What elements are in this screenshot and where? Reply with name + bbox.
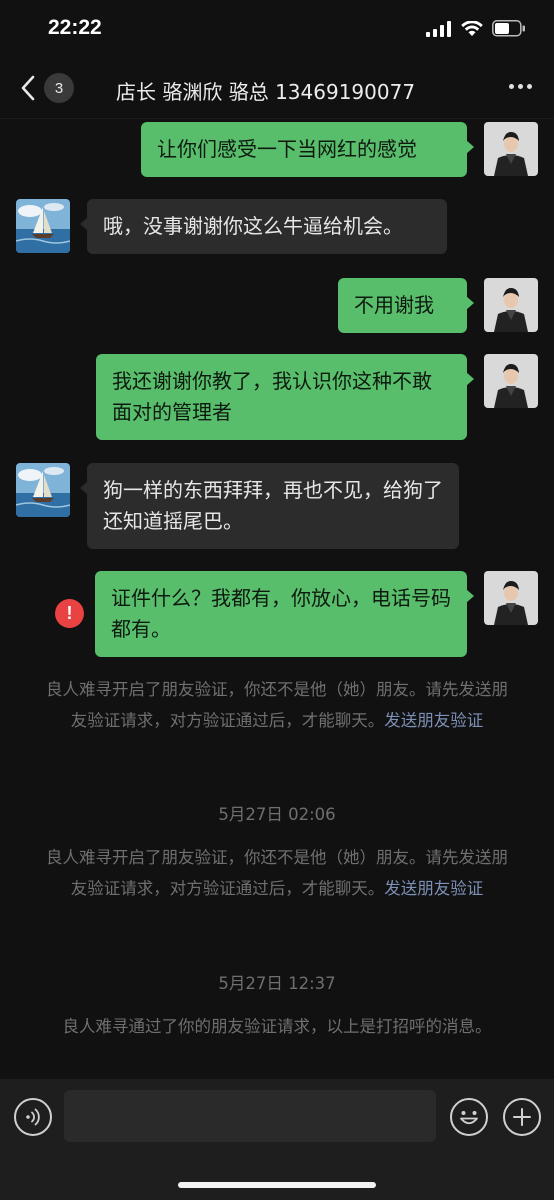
my-avatar[interactable] bbox=[484, 354, 538, 408]
send-verification-link[interactable]: 发送朋友验证 bbox=[384, 711, 483, 730]
message-out-failed: ! 证件什么？我都有，你放心，电话号码都有。 bbox=[0, 571, 554, 661]
system-notice: 良人难寻开启了朋友验证，你还不是他（她）朋友。请先发送朋友验证请求，对方验证通过… bbox=[40, 674, 514, 736]
chevron-left-icon bbox=[16, 72, 40, 104]
chat-header: 3 店长 骆渊欣 骆总 13469190077 bbox=[0, 60, 554, 119]
contact-avatar[interactable] bbox=[16, 199, 70, 253]
message-bubble[interactable]: 狗一样的东西拜拜，再也不见，给狗了还知道摇尾巴。 bbox=[80, 463, 459, 549]
wifi-icon bbox=[461, 20, 483, 36]
chat-title: 店长 骆渊欣 骆总 13469190077 bbox=[116, 80, 416, 104]
send-verification-link[interactable]: 发送朋友验证 bbox=[384, 879, 483, 898]
more-dots-icon[interactable] bbox=[509, 84, 532, 89]
contact-avatar[interactable] bbox=[16, 463, 70, 517]
timestamp: 5月27日 12:37 bbox=[218, 974, 336, 993]
my-avatar[interactable] bbox=[484, 571, 538, 625]
message-input[interactable] bbox=[64, 1090, 436, 1142]
status-time: 22:22 bbox=[48, 16, 102, 39]
send-failed-icon[interactable]: ! bbox=[55, 599, 84, 628]
plus-icon[interactable] bbox=[503, 1098, 541, 1136]
message-bubble[interactable]: 哦，没事谢谢你这么牛逼给机会。 bbox=[80, 199, 447, 254]
message-out: 我还谢谢你教了，我认识你这种不敢面对的管理者 bbox=[0, 354, 554, 444]
emoji-icon[interactable] bbox=[450, 1098, 488, 1136]
message-out: 让你们感受一下当网红的感觉 bbox=[0, 119, 554, 189]
message-list[interactable]: 让你们感受一下当网红的感觉 哦，没事谢谢你这么牛逼给机会。 不用谢我 我还谢谢你… bbox=[0, 119, 554, 1079]
chat-screen: 22:22 3 店长 骆渊欣 骆总 13469190077 让你们感受一下当网红… bbox=[0, 0, 554, 1200]
battery-icon bbox=[492, 20, 525, 37]
voice-icon[interactable] bbox=[14, 1098, 52, 1136]
message-in: 狗一样的东西拜拜，再也不见，给狗了还知道摇尾巴。 bbox=[0, 463, 554, 553]
status-bar: 22:22 bbox=[0, 0, 554, 60]
timestamp: 5月27日 02:06 bbox=[218, 805, 336, 824]
home-indicator[interactable] bbox=[178, 1182, 376, 1188]
system-notice: 良人难寻通过了你的朋友验证请求，以上是打招呼的消息。 bbox=[50, 1011, 504, 1042]
status-icons bbox=[426, 20, 526, 37]
cellular-signal-icon bbox=[426, 20, 451, 37]
my-avatar[interactable] bbox=[484, 122, 538, 176]
back-button[interactable]: 3 bbox=[16, 72, 74, 104]
message-bubble[interactable]: 让你们感受一下当网红的感觉 bbox=[141, 122, 474, 177]
unread-count-badge: 3 bbox=[44, 73, 74, 103]
message-bubble[interactable]: 不用谢我 bbox=[338, 278, 474, 333]
message-out: 不用谢我 bbox=[0, 276, 554, 336]
message-in: 哦，没事谢谢你这么牛逼给机会。 bbox=[0, 199, 554, 259]
message-bubble[interactable]: 我还谢谢你教了，我认识你这种不敢面对的管理者 bbox=[96, 354, 474, 440]
my-avatar[interactable] bbox=[484, 278, 538, 332]
message-bubble[interactable]: 证件什么？我都有，你放心，电话号码都有。 bbox=[95, 571, 474, 657]
system-notice-text: 良人难寻通过了你的朋友验证请求，以上是打招呼的消息。 bbox=[62, 1017, 492, 1036]
system-notice: 良人难寻开启了朋友验证，你还不是他（她）朋友。请先发送朋友验证请求，对方验证通过… bbox=[40, 842, 514, 904]
